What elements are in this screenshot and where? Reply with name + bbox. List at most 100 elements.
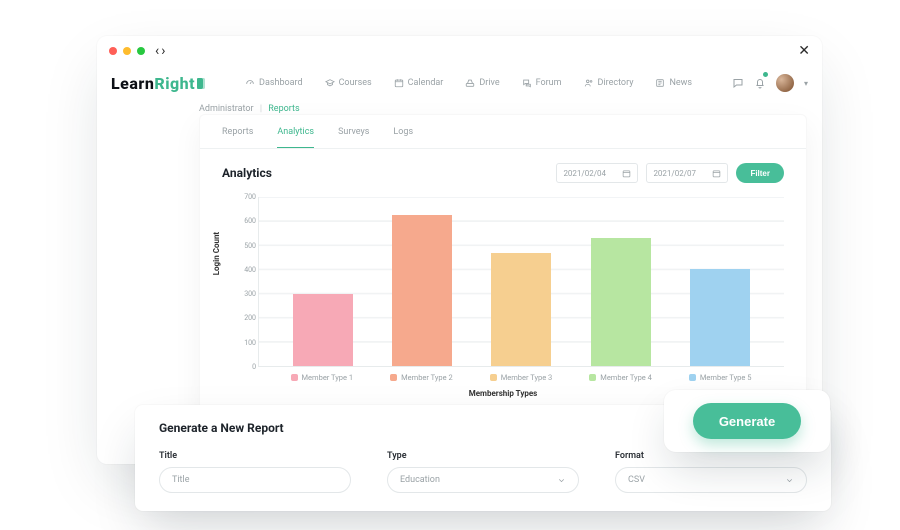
calendar-icon — [394, 78, 404, 88]
legend-swatch-icon — [490, 374, 497, 381]
close-icon[interactable]: ✕ — [798, 43, 810, 59]
field-format: Format CSV — [615, 451, 807, 493]
format-select[interactable]: CSV — [615, 467, 807, 493]
field-type: Type Education — [387, 451, 579, 493]
bar — [293, 294, 353, 366]
brand-right: Right — [154, 74, 195, 93]
breadcrumb-root[interactable]: Administrator — [199, 104, 254, 114]
legend-item: Member Type 2 — [390, 373, 453, 382]
date-filters: 2021/02/04 2021/02/07 Filter — [556, 163, 784, 183]
field-label: Title — [159, 451, 351, 461]
maximize-dot-icon[interactable] — [137, 47, 145, 55]
generate-pill: Generate — [664, 390, 830, 452]
bell-icon[interactable] — [754, 74, 766, 93]
chevron-down-icon[interactable]: ▾ — [804, 79, 808, 88]
topbar: LearnRight Dashboard Courses Calendar Dr… — [97, 66, 822, 100]
legend-swatch-icon — [589, 374, 596, 381]
legend-label: Member Type 5 — [700, 373, 752, 382]
legend-label: Member Type 3 — [501, 373, 553, 382]
bar — [591, 238, 651, 366]
field-label: Type — [387, 451, 579, 461]
avatar[interactable] — [776, 74, 794, 92]
type-value: Education — [400, 475, 440, 485]
back-button[interactable]: ‹ — [155, 43, 159, 59]
field-label: Format — [615, 451, 807, 461]
date-from-input[interactable]: 2021/02/04 — [556, 163, 638, 183]
calendar-icon — [622, 169, 631, 178]
title-input[interactable]: Title — [159, 467, 351, 493]
nav-forum[interactable]: Forum — [522, 78, 562, 88]
type-select[interactable]: Education — [387, 467, 579, 493]
nav-label: Forum — [536, 78, 562, 88]
nav-label: Calendar — [408, 78, 444, 88]
nav-drive[interactable]: Drive — [465, 78, 499, 88]
nav-directory[interactable]: Directory — [584, 78, 634, 88]
nav-calendar[interactable]: Calendar — [394, 78, 444, 88]
chart: Login Count 0100200300400500600700 Membe… — [222, 197, 784, 397]
chevron-down-icon — [557, 476, 566, 485]
report-fields: Title Title Type Education Format CSV — [159, 451, 807, 493]
calendar-icon — [712, 169, 721, 178]
history-nav: ‹ › — [155, 43, 165, 59]
breadcrumb-sep: | — [260, 104, 262, 114]
ytick: 300 — [244, 290, 256, 298]
date-from-value: 2021/02/04 — [563, 169, 606, 178]
nav-label: Drive — [479, 78, 499, 88]
filter-button[interactable]: Filter — [736, 163, 784, 183]
book-icon — [197, 78, 205, 89]
legend-label: Member Type 2 — [401, 373, 453, 382]
chart-yaxis: 0100200300400500600700 — [234, 197, 256, 367]
date-to-value: 2021/02/07 — [653, 169, 696, 178]
tab-surveys[interactable]: Surveys — [338, 127, 369, 148]
close-dot-icon[interactable] — [109, 47, 117, 55]
bar — [491, 253, 551, 366]
legend-swatch-icon — [291, 374, 298, 381]
legend-swatch-icon — [689, 374, 696, 381]
legend-item: Member Type 1 — [291, 373, 354, 382]
minimize-dot-icon[interactable] — [123, 47, 131, 55]
ytick: 0 — [252, 363, 256, 371]
drive-icon — [465, 78, 475, 88]
tab-analytics[interactable]: Analytics — [277, 127, 314, 148]
generate-button[interactable]: Generate — [693, 403, 801, 439]
nav-courses[interactable]: Courses — [325, 78, 372, 88]
format-value: CSV — [628, 475, 645, 485]
brand-logo[interactable]: LearnRight — [111, 74, 205, 93]
legend-item: Member Type 5 — [689, 373, 752, 382]
ytick: 400 — [244, 266, 256, 274]
bar — [690, 269, 750, 366]
chevron-down-icon — [785, 476, 794, 485]
title-placeholder: Title — [172, 475, 189, 485]
forward-button[interactable]: › — [161, 43, 165, 59]
tab-logs[interactable]: Logs — [393, 127, 413, 148]
nav-label: Directory — [598, 78, 634, 88]
titlebar: ‹ › ✕ — [97, 36, 822, 66]
ytick: 200 — [244, 314, 256, 322]
chart-ylabel: Login Count — [212, 232, 221, 275]
nav-label: Dashboard — [259, 78, 303, 88]
chart-bars — [259, 197, 784, 366]
panel-header: Analytics 2021/02/04 2021/02/07 Filter — [200, 149, 806, 187]
nav-dashboard[interactable]: Dashboard — [245, 78, 303, 88]
brand-left: Learn — [111, 74, 154, 93]
window-controls — [109, 47, 145, 55]
tab-reports[interactable]: Reports — [222, 127, 253, 148]
legend-label: Member Type 1 — [302, 373, 354, 382]
chart-plot — [258, 197, 784, 367]
main-nav: Dashboard Courses Calendar Drive Forum D… — [245, 78, 692, 88]
directory-icon — [584, 78, 594, 88]
nav-news[interactable]: News — [655, 78, 692, 88]
ytick: 700 — [244, 193, 256, 201]
nav-label: Courses — [339, 78, 372, 88]
chart-legend: Member Type 1 Member Type 2 Member Type 3 M… — [258, 373, 784, 382]
report-tabs: Reports Analytics Surveys Logs — [200, 115, 806, 149]
field-title: Title Title — [159, 451, 351, 493]
panel-title: Analytics — [222, 166, 272, 180]
breadcrumb-current: Reports — [268, 104, 299, 114]
grad-cap-icon — [325, 78, 335, 88]
legend-label: Member Type 4 — [600, 373, 652, 382]
chat-icon[interactable] — [732, 74, 744, 93]
ytick: 600 — [244, 217, 256, 225]
news-icon — [655, 78, 665, 88]
date-to-input[interactable]: 2021/02/07 — [646, 163, 728, 183]
